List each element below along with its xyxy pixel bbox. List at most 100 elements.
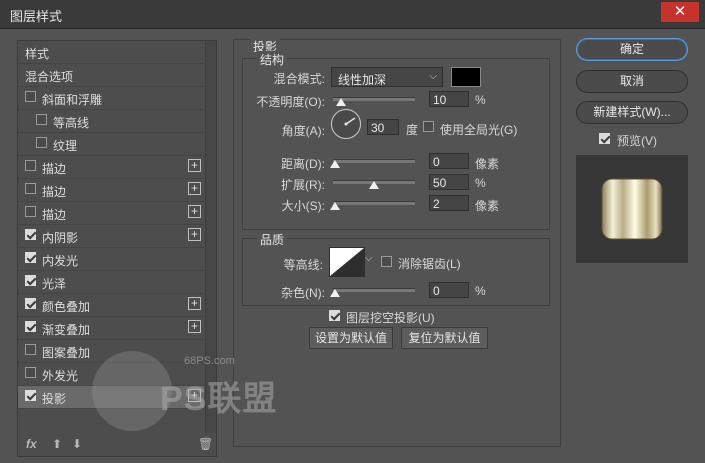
noise-slider[interactable] — [333, 288, 415, 292]
size-slider[interactable] — [333, 201, 415, 205]
style-list-item-label: 描边 — [42, 162, 67, 176]
style-checkbox[interactable] — [25, 275, 36, 286]
antialias-checkbox[interactable] — [381, 256, 392, 267]
style-list-item[interactable]: 颜色叠加 + — [18, 294, 204, 317]
opacity-label: 不透明度(O): — [256, 95, 325, 109]
make-default-button[interactable]: 设置为默认值 — [309, 327, 393, 349]
size-label: 大小(S): — [281, 199, 325, 213]
add-instance-plus-icon[interactable]: + — [188, 228, 201, 241]
style-checkbox[interactable] — [25, 206, 36, 217]
add-instance-plus-icon[interactable]: + — [188, 297, 201, 310]
style-list-item[interactable]: 内发光 — [18, 248, 204, 271]
style-preview — [576, 155, 688, 263]
size-input[interactable]: 2 — [429, 195, 469, 211]
style-list-item-label: 斜面和浮雕 — [42, 93, 103, 107]
opacity-slider-thumb[interactable] — [336, 98, 346, 106]
angle-dial-needle-icon — [344, 117, 356, 126]
noise-slider-thumb[interactable] — [330, 289, 340, 297]
style-list-item-label: 渐变叠加 — [42, 323, 91, 337]
distance-slider-thumb[interactable] — [330, 160, 340, 168]
distance-input[interactable]: 0 — [429, 153, 469, 169]
contour-label: 等高线: — [283, 258, 323, 272]
contour-chevron-down-icon[interactable]: ⌵ — [365, 253, 373, 264]
opacity-unit: % — [475, 93, 486, 107]
blend-mode-value: 线性加深 — [338, 73, 387, 87]
preview-checkbox[interactable] — [599, 133, 610, 144]
angle-input[interactable]: 30 — [367, 119, 399, 135]
style-checkbox[interactable] — [36, 114, 47, 125]
knockout-label: 图层挖空投影(U) — [346, 311, 435, 325]
knockout-checkbox[interactable] — [329, 310, 340, 321]
style-list-item[interactable]: 斜面和浮雕 — [18, 87, 204, 110]
distance-label: 距离(D): — [281, 157, 325, 171]
style-list-item-label: 颜色叠加 — [42, 300, 91, 314]
style-list-item-label: 内阴影 — [42, 231, 79, 245]
style-list-item[interactable]: 描边 + — [18, 179, 204, 202]
style-list-item-label: 图案叠加 — [42, 346, 91, 360]
style-list-item-label: 等高线 — [53, 116, 90, 130]
move-up-icon[interactable]: ⬆ — [52, 437, 62, 451]
style-list-item[interactable]: 内阴影 + — [18, 225, 204, 248]
style-list-item[interactable]: 描边 + — [18, 202, 204, 225]
watermark-brand: PS联盟 — [160, 380, 278, 418]
add-instance-plus-icon[interactable]: + — [188, 205, 201, 218]
style-list-item-label: 纹理 — [53, 139, 78, 153]
ok-button[interactable]: 确定 — [576, 38, 688, 61]
close-button[interactable]: ✕ — [661, 2, 699, 22]
style-list-item[interactable]: 描边 + — [18, 156, 204, 179]
angle-label: 角度(A): — [281, 124, 325, 138]
style-checkbox[interactable] — [25, 91, 36, 102]
style-list-item[interactable]: 混合选项 — [18, 64, 204, 87]
style-list-item[interactable]: 样式 — [18, 41, 204, 64]
noise-input[interactable]: 0 — [429, 282, 469, 298]
style-checkbox[interactable] — [25, 344, 36, 355]
noise-unit: % — [475, 284, 486, 298]
contour-curve-icon — [330, 248, 364, 276]
preview-swatch-icon — [601, 178, 663, 240]
spread-input[interactable]: 50 — [429, 174, 469, 190]
add-instance-plus-icon[interactable]: + — [188, 182, 201, 195]
opacity-input[interactable]: 10 — [429, 91, 469, 107]
add-instance-plus-icon[interactable]: + — [188, 320, 201, 333]
trash-icon[interactable]: 🗑 — [198, 437, 213, 451]
style-checkbox[interactable] — [25, 298, 36, 309]
style-list-item[interactable]: 等高线 — [18, 110, 204, 133]
style-list-item-label: 混合选项 — [25, 70, 74, 84]
style-checkbox[interactable] — [25, 321, 36, 332]
quality-title: 品质 — [257, 231, 288, 248]
size-slider-thumb[interactable] — [330, 202, 340, 210]
style-list-item[interactable]: 纹理 — [18, 133, 204, 156]
new-style-button[interactable]: 新建样式(W)... — [576, 101, 688, 124]
distance-slider[interactable] — [333, 159, 415, 163]
angle-dial[interactable] — [331, 109, 361, 139]
style-list-item-label: 内发光 — [42, 254, 79, 268]
fx-button[interactable]: fx — [26, 437, 37, 451]
style-checkbox[interactable] — [25, 183, 36, 194]
move-down-icon[interactable]: ⬇ — [72, 437, 82, 451]
style-list-item[interactable]: 渐变叠加 + — [18, 317, 204, 340]
style-checkbox[interactable] — [36, 137, 47, 148]
noise-label: 杂色(N): — [281, 286, 325, 300]
global-light-label: 使用全局光(G) — [440, 123, 518, 137]
style-checkbox[interactable] — [25, 252, 36, 263]
quality-group: 品质 等高线: ⌵ 消除锯齿(L) 杂色(N): 0 % — [242, 231, 550, 306]
contour-picker[interactable] — [329, 247, 365, 277]
style-checkbox[interactable] — [25, 160, 36, 171]
style-checkbox[interactable] — [25, 229, 36, 240]
watermark-site: 68PS.com — [184, 355, 235, 367]
shadow-color-swatch[interactable] — [451, 67, 481, 87]
blend-mode-select[interactable]: 线性加深 ⌵ — [331, 67, 443, 87]
global-light-checkbox[interactable] — [423, 121, 434, 132]
cancel-button[interactable]: 取消 — [576, 70, 688, 93]
angle-unit: 度 — [406, 123, 419, 137]
style-list-item-label: 投影 — [42, 392, 67, 406]
reset-default-button[interactable]: 复位为默认值 — [401, 327, 488, 349]
style-checkbox[interactable] — [25, 390, 36, 401]
antialias-label: 消除锯齿(L) — [398, 257, 461, 271]
size-unit: 像素 — [475, 199, 500, 213]
style-checkbox[interactable] — [25, 367, 36, 378]
style-list-item[interactable]: 光泽 — [18, 271, 204, 294]
spread-slider-thumb[interactable] — [369, 181, 379, 189]
window-title: 图层样式 — [10, 9, 63, 24]
add-instance-plus-icon[interactable]: + — [188, 159, 201, 172]
